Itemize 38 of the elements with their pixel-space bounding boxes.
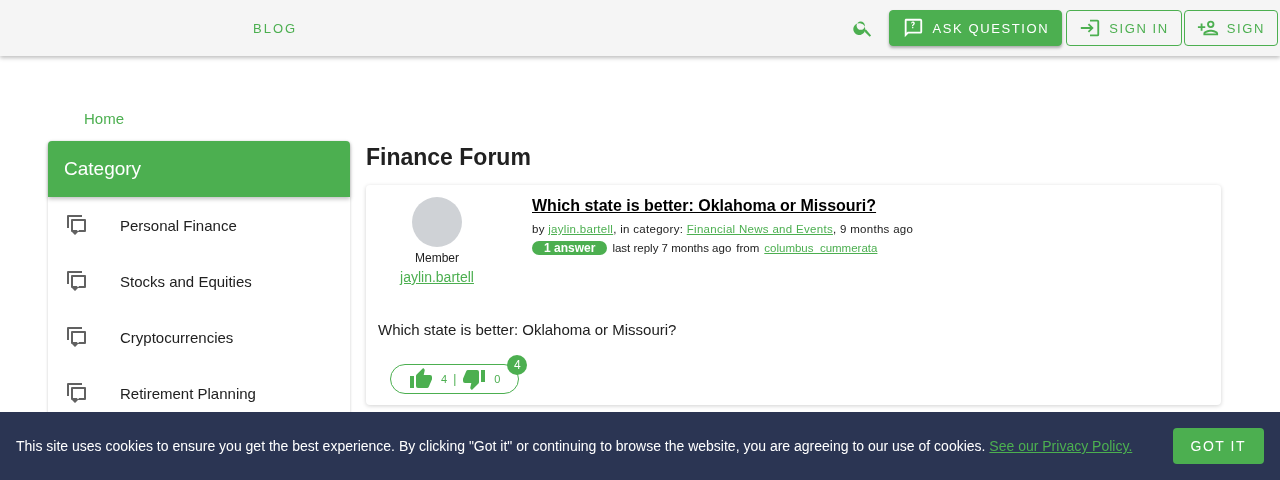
got-it-button[interactable]: GOT IT (1172, 428, 1264, 464)
chat-bubbles-icon (64, 381, 88, 405)
category-item[interactable]: Personal Finance (48, 197, 350, 253)
cookie-notice: This site uses cookies to ensure you get the best experience. By clicking "Got it" or continuing to browse the website, you are agreeing to our use of cookies. See our Privacy Policy. (16, 438, 1134, 454)
category-item[interactable]: Cryptocurrencies (48, 309, 350, 365)
vote-separator: | (453, 372, 457, 386)
last-reply-text: last reply 7 months ago (612, 242, 732, 254)
category-header: Category (48, 141, 350, 197)
chat-bubbles-icon (64, 213, 88, 237)
thumbs-down-icon (462, 367, 487, 391)
question-bubble-icon (902, 17, 925, 39)
author-role: Member (415, 251, 459, 265)
score-badge: 4 (507, 355, 528, 375)
chat-bubbles-icon (64, 325, 88, 349)
forum-title: Finance Forum (366, 143, 532, 172)
post-meta: by jaylin.bartell, in category: Financial News and Events, 9 months ago (532, 223, 914, 235)
thumbs-up-icon (409, 367, 433, 391)
category-item[interactable]: Stocks and Equities (48, 253, 350, 309)
user-link[interactable]: columbus_cummerata (764, 242, 878, 254)
author-link[interactable]: jaylin.bartell (548, 223, 614, 235)
breadcrumb-link[interactable]: Home (84, 110, 124, 127)
sign-in-button[interactable]: SIGN IN (1066, 10, 1182, 46)
like-button[interactable]: 4 (409, 367, 448, 391)
blog-link[interactable]: BLOG (253, 20, 298, 36)
chat-bubbles-icon (64, 269, 88, 293)
sign-up-button[interactable]: SIGN (1183, 10, 1278, 46)
photo-placeholder (412, 197, 462, 247)
from-text: from (736, 242, 760, 254)
post-title-link[interactable]: Which state is better: Oklahoma or Missouri? (532, 197, 877, 215)
ask-question-button[interactable]: ASK QUESTION (889, 10, 1063, 46)
category-item[interactable]: Retirement Planning (48, 365, 350, 421)
privacy-policy-link[interactable]: See our Privacy Policy. (989, 438, 1133, 454)
dislike-button[interactable]: 0 (462, 367, 501, 391)
category-link[interactable]: Financial News and Events (686, 223, 833, 235)
author-link[interactable]: jaylin.bartell (400, 269, 474, 285)
answer-count-badge: 1 answer (532, 241, 608, 255)
post-body: Which state is better: Oklahoma or Missouri? (378, 321, 678, 338)
login-icon (1079, 17, 1102, 39)
